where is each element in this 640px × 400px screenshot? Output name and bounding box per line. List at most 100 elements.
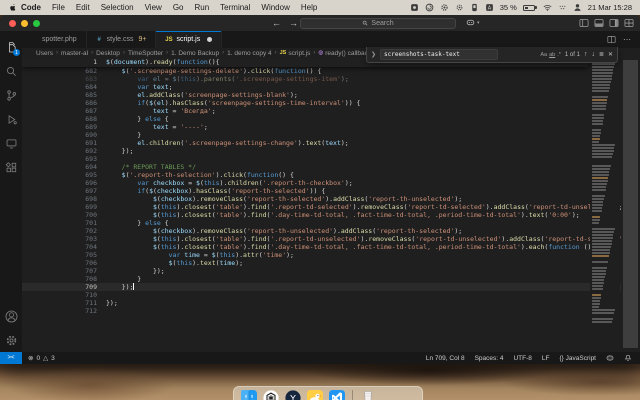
- code-line-697[interactable]: 697 if($(checkbox).hasClass('report-th-s…: [22, 187, 640, 195]
- find-next-button[interactable]: ↓: [591, 51, 595, 58]
- tab-spotter-php[interactable]: spotter.php: [22, 31, 87, 48]
- menu-gear-alt-icon[interactable]: [455, 3, 464, 12]
- menu-extra-app-icon[interactable]: [410, 3, 419, 12]
- wifi-icon[interactable]: [543, 3, 552, 12]
- activity-extensions[interactable]: [0, 155, 22, 179]
- toggle-panel-icon[interactable]: [594, 18, 604, 28]
- code-line-691[interactable]: 691 el.children('.screenpage-settings-ch…: [22, 139, 640, 147]
- code-line-683[interactable]: 683 var el = $(this).parents('.screenpag…: [22, 75, 640, 83]
- code-line-684[interactable]: 684 var text;: [22, 83, 640, 91]
- activity-run-debug[interactable]: [0, 107, 22, 131]
- dock-cyberduck-icon[interactable]: [307, 390, 323, 400]
- code-line-688[interactable]: 688 } else {: [22, 115, 640, 123]
- statusbar-item[interactable]: UTF-8: [513, 355, 531, 362]
- apple-icon[interactable]: [8, 3, 17, 12]
- breadcrumb-item[interactable]: 1. Demo Backup: [171, 50, 219, 57]
- dock-vscode-icon[interactable]: [329, 390, 345, 400]
- vertical-scrollbar-thumb[interactable]: [623, 60, 638, 348]
- code-line-706[interactable]: 706 $(this).text(time);: [22, 259, 640, 267]
- navigate-forward-icon[interactable]: →: [289, 18, 298, 28]
- code-line-696[interactable]: 696 var checkbox = $(this).children('.re…: [22, 179, 640, 187]
- match-case-toggle[interactable]: Aa: [540, 52, 547, 58]
- tab-script-js[interactable]: JSscript.js: [156, 31, 222, 48]
- menubar-item-window[interactable]: Window: [261, 3, 289, 12]
- error-icon[interactable]: ⊗: [28, 354, 33, 362]
- minimize-window-button[interactable]: [21, 20, 28, 27]
- find-close-button[interactable]: ✕: [608, 51, 613, 58]
- breadcrumb-item[interactable]: ◎ready() callback: [318, 50, 371, 57]
- code-line-700[interactable]: 700 $(this).closest('table').find('.day-…: [22, 211, 640, 219]
- code-line-703[interactable]: 703 $(this).closest('table').find('.repo…: [22, 235, 640, 243]
- menu-input-source-icon[interactable]: A: [485, 3, 494, 12]
- vertical-scrollbar[interactable]: [621, 58, 640, 364]
- code-line-709[interactable]: 709 });: [22, 283, 640, 291]
- menubar-item-help[interactable]: Help: [301, 3, 317, 12]
- menubar-item-go[interactable]: Go: [173, 3, 184, 12]
- breadcrumb-item[interactable]: TimeSpotter: [128, 50, 163, 57]
- code-line-708[interactable]: 708 }: [22, 275, 640, 283]
- close-window-button[interactable]: [9, 20, 16, 27]
- error-count[interactable]: 0: [36, 355, 40, 362]
- menubar-item-edit[interactable]: Edit: [76, 3, 90, 12]
- menubar-item-run[interactable]: Run: [194, 3, 209, 12]
- statusbar-item[interactable]: Spaces: 4: [475, 355, 504, 362]
- battery-percent-label[interactable]: 35 %: [500, 3, 517, 12]
- code-line-710[interactable]: 710: [22, 291, 640, 299]
- activity-explorer[interactable]: 1: [0, 35, 22, 59]
- copilot-status-icon[interactable]: [606, 354, 614, 362]
- settings-button[interactable]: [0, 328, 22, 352]
- code-line-693[interactable]: 693: [22, 155, 640, 163]
- statusbar-item[interactable]: {} JavaScript: [560, 355, 597, 362]
- breadcrumb-item[interactable]: JSscript.js: [280, 50, 311, 57]
- menu-gear-icon[interactable]: [440, 3, 449, 12]
- zoom-window-button[interactable]: [33, 20, 40, 27]
- activity-search[interactable]: [0, 59, 22, 83]
- statusbar-item[interactable]: Ln 709, Col 8: [426, 355, 465, 362]
- notifications-bell-icon[interactable]: [624, 354, 632, 362]
- menubar-item-terminal[interactable]: Terminal: [220, 3, 250, 12]
- code-line-705[interactable]: 705 var time = $(this).attr('time');: [22, 251, 640, 259]
- code-line-698[interactable]: 698 $(checkbox).removeClass('report-th-s…: [22, 195, 640, 203]
- menubar-clock[interactable]: 21 Mar 15:28: [588, 3, 632, 12]
- code-line-699[interactable]: 699 $(this).closest('table').find('.repo…: [22, 203, 640, 211]
- copilot-menu[interactable]: ▾: [466, 18, 480, 27]
- code-line-695[interactable]: 695 $('.report-th-selection').click(func…: [22, 171, 640, 179]
- statusbar-item[interactable]: LF: [542, 355, 550, 362]
- breadcrumb-item[interactable]: master-al: [61, 50, 88, 57]
- code-line-707[interactable]: 707 });: [22, 267, 640, 275]
- menubar-item-selection[interactable]: Selection: [101, 3, 134, 12]
- minimap[interactable]: [590, 58, 620, 364]
- breadcrumb-item[interactable]: Desktop: [96, 50, 120, 57]
- menubar-item-file[interactable]: File: [52, 3, 65, 12]
- command-center-search[interactable]: Search: [300, 18, 456, 29]
- whole-word-toggle[interactable]: ab: [549, 52, 555, 58]
- code-line-686[interactable]: 686 if($(el).hasClass('screenpage-settin…: [22, 99, 640, 107]
- remote-indicator[interactable]: ><: [0, 352, 22, 364]
- toggle-secondary-sidebar-icon[interactable]: [609, 18, 619, 28]
- activity-source-control[interactable]: [0, 83, 22, 107]
- more-actions-icon[interactable]: ⋯: [623, 35, 632, 44]
- activity-remote-explorer[interactable]: [0, 131, 22, 155]
- battery-icon[interactable]: [523, 5, 537, 11]
- code-line-701[interactable]: 701 } else {: [22, 219, 640, 227]
- code-line-689[interactable]: 689 text = '----';: [22, 123, 640, 131]
- code-line-682[interactable]: 682 $('.screenpage-settings-delete').cli…: [22, 67, 640, 75]
- dock-chatgpt-icon[interactable]: [263, 390, 279, 400]
- breadcrumb-item[interactable]: 1. demo copy 4: [227, 50, 271, 57]
- code-line-692[interactable]: 692 });: [22, 147, 640, 155]
- find-previous-button[interactable]: ↑: [584, 51, 588, 58]
- code-line-712[interactable]: 712: [22, 307, 640, 315]
- warning-icon[interactable]: △: [43, 354, 48, 362]
- toggle-primary-sidebar-icon[interactable]: [579, 18, 589, 28]
- menubar-item-view[interactable]: View: [145, 3, 162, 12]
- dock-trash-icon[interactable]: [360, 390, 376, 400]
- code-line-694[interactable]: 694 /* REPORT TABLES */: [22, 163, 640, 171]
- code-line-690[interactable]: 690 }: [22, 131, 640, 139]
- code-editor[interactable]: 1$(document).ready(function(){ 682 $('.s…: [22, 58, 640, 364]
- warning-count[interactable]: 3: [51, 355, 55, 362]
- code-line-685[interactable]: 685 el.addClass('screenpage-settings-bla…: [22, 91, 640, 99]
- dock-y-app-icon[interactable]: Y: [285, 390, 301, 400]
- tab-style-css[interactable]: #style.css9+: [87, 31, 157, 48]
- find-in-selection-button[interactable]: ≣: [599, 51, 604, 58]
- menubar-item-code[interactable]: Code: [21, 3, 41, 12]
